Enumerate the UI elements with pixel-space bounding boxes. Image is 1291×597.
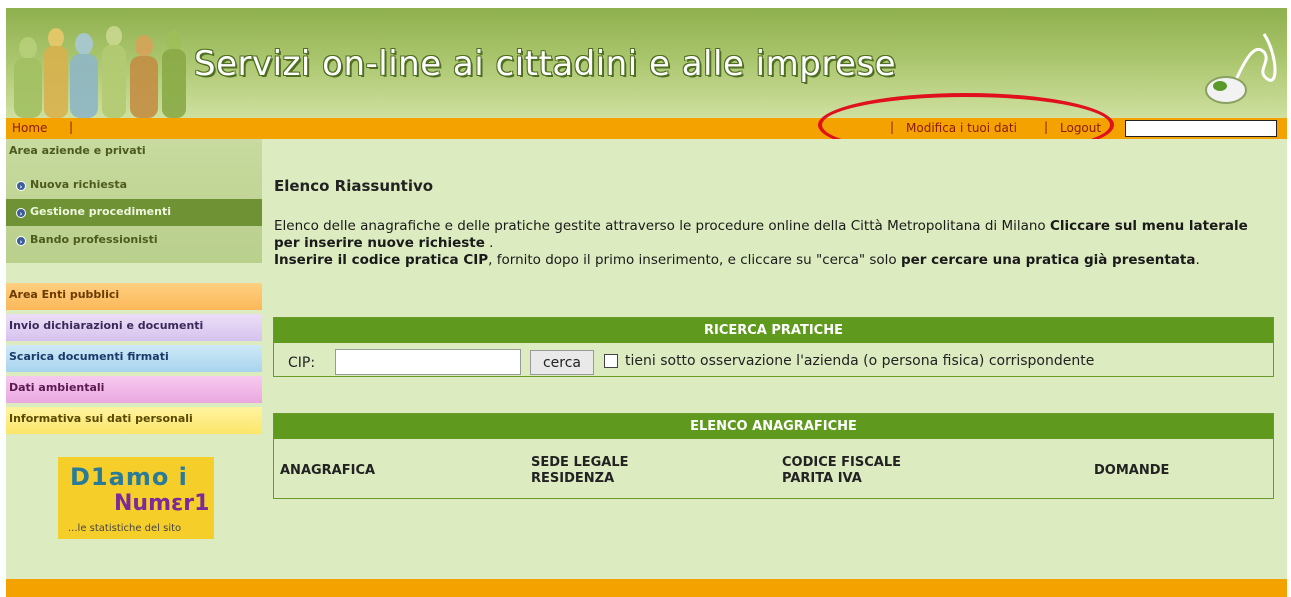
- column-header-anagrafica: ANAGRAFICA: [280, 463, 376, 478]
- nav-separator: |: [1044, 120, 1049, 134]
- bullet-icon: ›: [16, 236, 26, 246]
- page-frame: Servizi on-line ai cittadini e alle impr…: [6, 8, 1287, 597]
- sidebar-item-bando-professionisti[interactable]: › Bando professionisti: [6, 227, 262, 254]
- diamo-caption: ...le statistiche del sito: [68, 523, 182, 534]
- redacted-username-box: [1125, 120, 1277, 137]
- ricerca-pratiche-panel: RICERCA PRATICHE CIP: cerca tieni sotto …: [273, 317, 1274, 377]
- page-title: Elenco Riassuntivo: [274, 177, 434, 195]
- people-silhouettes-icon: [14, 26, 186, 118]
- intro-text-part: Elenco delle anagrafiche e delle pratich…: [274, 218, 1050, 234]
- bullet-icon: ›: [16, 181, 26, 191]
- footer-bar: [6, 579, 1287, 597]
- modifica-dati-link[interactable]: Modifica i tuoi dati: [906, 121, 1017, 135]
- bullet-icon: ›: [16, 208, 26, 218]
- intro-text-part: , fornito dopo il primo inserimento, e c…: [488, 252, 901, 268]
- intro-text-part: .: [1195, 252, 1200, 268]
- computer-mouse-icon: [1205, 33, 1277, 104]
- intro-text-bold: per cercare una pratica già presentata: [900, 252, 1196, 268]
- sidebar-item-area-enti[interactable]: Area Enti pubblici: [6, 283, 262, 310]
- intro-text: Elenco delle anagrafiche e delle pratich…: [274, 218, 1274, 269]
- diamo-i-numeri-banner[interactable]: D1amo i Numεr1 ...le statistiche del sit…: [58, 457, 214, 539]
- column-header-line: CODICE FISCALE: [782, 455, 902, 470]
- sidebar-item-gestione-procedimenti[interactable]: › Gestione procedimenti: [6, 199, 262, 226]
- cerca-button[interactable]: cerca: [530, 350, 594, 375]
- nav-separator: |: [890, 120, 895, 134]
- diamo-line2: Numεr1: [114, 491, 210, 516]
- watch-checkbox-label: tieni sotto osservazione l'azienda (o pe…: [625, 353, 1095, 369]
- cip-input[interactable]: [335, 349, 521, 375]
- cip-label: CIP:: [288, 355, 316, 371]
- sidebar-item-nuova-richiesta[interactable]: › Nuova richiesta: [6, 172, 262, 199]
- panel-header: RICERCA PRATICHE: [274, 318, 1273, 343]
- column-header-codice: CODICE FISCALE PARITA IVA: [782, 455, 901, 487]
- column-header-line: PARITA IVA: [782, 471, 862, 486]
- diamo-line1: D1amo i: [70, 463, 188, 491]
- sidebar-section-title: Area aziende e privati: [9, 144, 146, 157]
- panel-header: ELENCO ANAGRAFICHE: [274, 414, 1273, 439]
- sidebar-item-invio-dichiarazioni[interactable]: Invio dichiarazioni e documenti: [6, 314, 262, 341]
- column-header-line: SEDE LEGALE: [531, 455, 629, 470]
- elenco-anagrafiche-panel: ELENCO ANAGRAFICHE ANAGRAFICA SEDE LEGAL…: [273, 413, 1274, 499]
- sidebar-item-label: Nuova richiesta: [30, 178, 128, 191]
- column-header-sede: SEDE LEGALE RESIDENZA: [531, 455, 629, 487]
- intro-text-bold: Inserire il codice pratica CIP: [274, 252, 489, 268]
- home-link[interactable]: Home: [12, 121, 47, 135]
- nav-separator: |: [69, 120, 74, 134]
- banner-title: Servizi on-line ai cittadini e alle impr…: [194, 44, 897, 84]
- watch-checkbox[interactable]: [604, 354, 618, 368]
- sidebar-item-label: Bando professionisti: [30, 233, 158, 246]
- header-banner: Servizi on-line ai cittadini e alle impr…: [6, 8, 1287, 118]
- logout-link[interactable]: Logout: [1060, 121, 1101, 135]
- sidebar-item-dati-ambientali[interactable]: Dati ambientali: [6, 376, 262, 403]
- column-header-line: RESIDENZA: [531, 471, 615, 486]
- sidebar-item-scarica-documenti[interactable]: Scarica documenti firmati: [6, 345, 262, 372]
- main-content: Elenco Riassuntivo Elenco delle anagrafi…: [262, 139, 1287, 579]
- column-header-domande: DOMANDE: [1094, 463, 1170, 478]
- sidebar: Area aziende e privati › Nuova richiesta …: [6, 139, 262, 579]
- top-navigation: Home | | Modifica i tuoi dati | Logout: [6, 118, 1287, 139]
- sidebar-item-informativa[interactable]: Informativa sui dati personali: [6, 407, 262, 434]
- intro-text-part: .: [484, 235, 494, 251]
- sidebar-item-label: Gestione procedimenti: [30, 205, 172, 218]
